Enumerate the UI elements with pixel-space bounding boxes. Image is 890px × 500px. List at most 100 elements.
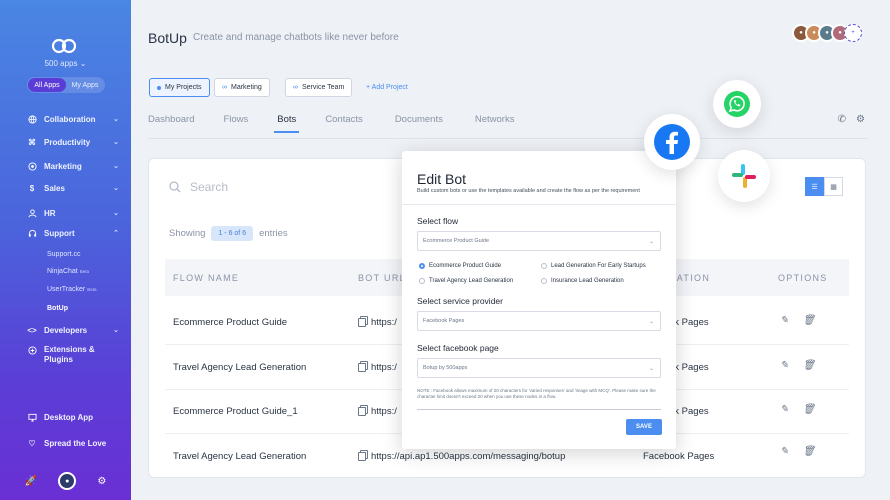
facebook-bubble: [644, 114, 700, 170]
page-subtitle: Create and manage chatbots like never be…: [193, 32, 399, 43]
puzzle-icon: [27, 345, 37, 355]
whatsapp-icon: [724, 91, 750, 117]
search-icon: [169, 181, 181, 193]
chevron-down-icon: ⌄: [113, 139, 119, 146]
nav-desktop-app[interactable]: Desktop App: [27, 412, 123, 422]
command-icon: ⌘: [28, 137, 36, 147]
nav-extensions[interactable]: Extensions & Plugins: [27, 345, 123, 365]
search-input[interactable]: Search: [190, 180, 228, 194]
add-user-icon[interactable]: +: [844, 24, 862, 42]
edit-icon[interactable]: ✎: [780, 446, 788, 457]
header-tools: ✆ ⚙: [838, 114, 865, 125]
copy-icon[interactable]: [358, 452, 366, 461]
tab-contacts[interactable]: Contacts: [325, 114, 363, 125]
divider: [417, 409, 661, 410]
gear-icon[interactable]: ⚙: [856, 114, 865, 125]
nav-sales[interactable]: $ Sales ⌄: [27, 183, 123, 193]
nav-spread-love[interactable]: ♡ Spread the Love: [27, 438, 123, 448]
edit-bot-modal: Edit Bot Build custom bots or use the te…: [402, 151, 676, 449]
my-apps-tab[interactable]: My Apps: [66, 78, 104, 92]
chevron-down-icon: ⌄: [113, 210, 119, 217]
whatsapp-bubble: [713, 80, 761, 128]
page-label: Select facebook page: [417, 343, 499, 353]
trash-icon[interactable]: 🗑: [802, 315, 815, 326]
trash-icon[interactable]: 🗑: [802, 446, 815, 457]
apps-selector[interactable]: 500 apps ⌄: [0, 59, 131, 68]
monitor-icon: [27, 412, 37, 422]
nav-collaboration[interactable]: Collaboration ⌄: [27, 114, 123, 124]
chevron-down-icon: ⌄: [648, 318, 654, 325]
project-service-team[interactable]: ∞ Service Team: [285, 78, 353, 97]
beta-badge: Beta: [87, 287, 97, 292]
user-icon: [27, 208, 37, 218]
chevron-down-icon: ⌄: [113, 327, 119, 334]
copy-icon[interactable]: [358, 318, 366, 327]
sub-item-supportcc[interactable]: Support.cc: [47, 251, 80, 258]
radio-ecommerce[interactable]: Ecommerce Product Guide: [419, 263, 501, 269]
apps-toggle: All Apps My Apps: [27, 77, 105, 93]
copy-icon[interactable]: [358, 407, 366, 416]
radio-insurance[interactable]: Insurance Lead Generation: [541, 278, 624, 284]
provider-select[interactable]: Facebook Pages ⌄: [417, 311, 661, 331]
edit-icon[interactable]: ✎: [780, 360, 788, 371]
nav-marketing[interactable]: Marketing ⌄: [27, 161, 123, 171]
tab-dashboard[interactable]: Dashboard: [148, 114, 194, 125]
slack-bubble: [718, 150, 770, 202]
edit-icon[interactable]: ✎: [780, 315, 788, 326]
active-dot: [157, 85, 161, 90]
chevron-up-icon: ⌃: [113, 230, 119, 237]
entries-info: Showing 1 - 6 of 6 entries: [169, 226, 288, 241]
trash-icon[interactable]: 🗑: [802, 360, 815, 371]
divider: [402, 204, 676, 205]
sidebar-footer: 🚀 ● ⚙: [0, 462, 131, 500]
facebook-icon: [654, 124, 690, 160]
tab-bots[interactable]: Bots: [274, 114, 300, 133]
nav-hr[interactable]: HR ⌄: [27, 208, 123, 218]
add-project-link[interactable]: + Add Project: [366, 84, 408, 91]
facebook-page-select[interactable]: Botup by 500apps ⌄: [417, 358, 661, 378]
save-button[interactable]: SAVE: [626, 419, 662, 435]
range-badge: 1 - 6 of 6: [211, 226, 254, 241]
list-view-icon[interactable]: ☰: [805, 177, 824, 196]
project-marketing[interactable]: ∞ Marketing: [214, 78, 270, 97]
gear-icon[interactable]: ⚙: [97, 476, 106, 487]
sidebar: 500 apps ⌄ All Apps My Apps Collaboratio…: [0, 0, 131, 500]
nav-support[interactable]: Support ⌃: [27, 228, 123, 238]
nav-productivity[interactable]: ⌘ Productivity ⌄: [27, 137, 123, 147]
globe-icon: [27, 114, 37, 124]
modal-description: Build custom bots or use the templates a…: [417, 188, 640, 194]
search-box[interactable]: Search: [169, 180, 228, 194]
radio-travel[interactable]: Travel Agency Lead Generation: [419, 278, 513, 284]
500apps-logo-icon[interactable]: [51, 38, 77, 54]
tab-flows[interactable]: Flows: [223, 114, 248, 125]
sub-item-usertracker[interactable]: UserTracker Beta: [47, 286, 96, 293]
radio-lead-early[interactable]: Lead Generation For Early Startups: [541, 263, 646, 269]
all-apps-tab[interactable]: All Apps: [28, 78, 66, 92]
team-avatars[interactable]: ● ● ● ● +: [792, 24, 862, 42]
phone-icon[interactable]: ✆: [838, 114, 846, 125]
rocket-icon[interactable]: 🚀: [25, 476, 37, 487]
sub-item-botup[interactable]: BotUp: [47, 305, 68, 312]
tab-bar: Dashboard Flows Bots Contacts Documents …: [148, 114, 515, 133]
col-flow-name: FLOW NAME: [173, 273, 240, 283]
sub-item-ninjachat[interactable]: NinjaChat Beta: [47, 268, 89, 275]
tab-networks[interactable]: Networks: [475, 114, 515, 125]
modal-title: Edit Bot: [417, 171, 467, 187]
user-avatar[interactable]: ●: [58, 472, 77, 490]
dollar-icon: $: [29, 183, 35, 193]
link-icon: ∞: [222, 84, 227, 91]
edit-icon[interactable]: ✎: [780, 404, 788, 415]
chevron-down-icon: ⌄: [113, 116, 119, 123]
code-icon: <>: [27, 325, 37, 335]
project-my-projects[interactable]: My Projects: [149, 78, 210, 97]
tab-documents[interactable]: Documents: [395, 114, 443, 125]
chevron-down-icon: ⌄: [79, 59, 87, 68]
grid-view-icon[interactable]: ▦: [824, 177, 843, 196]
target-icon: [27, 161, 37, 171]
flow-select[interactable]: Ecommerce Product Guide ⌄: [417, 231, 661, 251]
nav-developers[interactable]: <> Developers ⌄: [27, 325, 123, 335]
page-title: BotUp: [148, 30, 187, 46]
trash-icon[interactable]: 🗑: [802, 404, 815, 415]
copy-icon[interactable]: [358, 363, 366, 372]
slack-icon: [732, 164, 756, 188]
